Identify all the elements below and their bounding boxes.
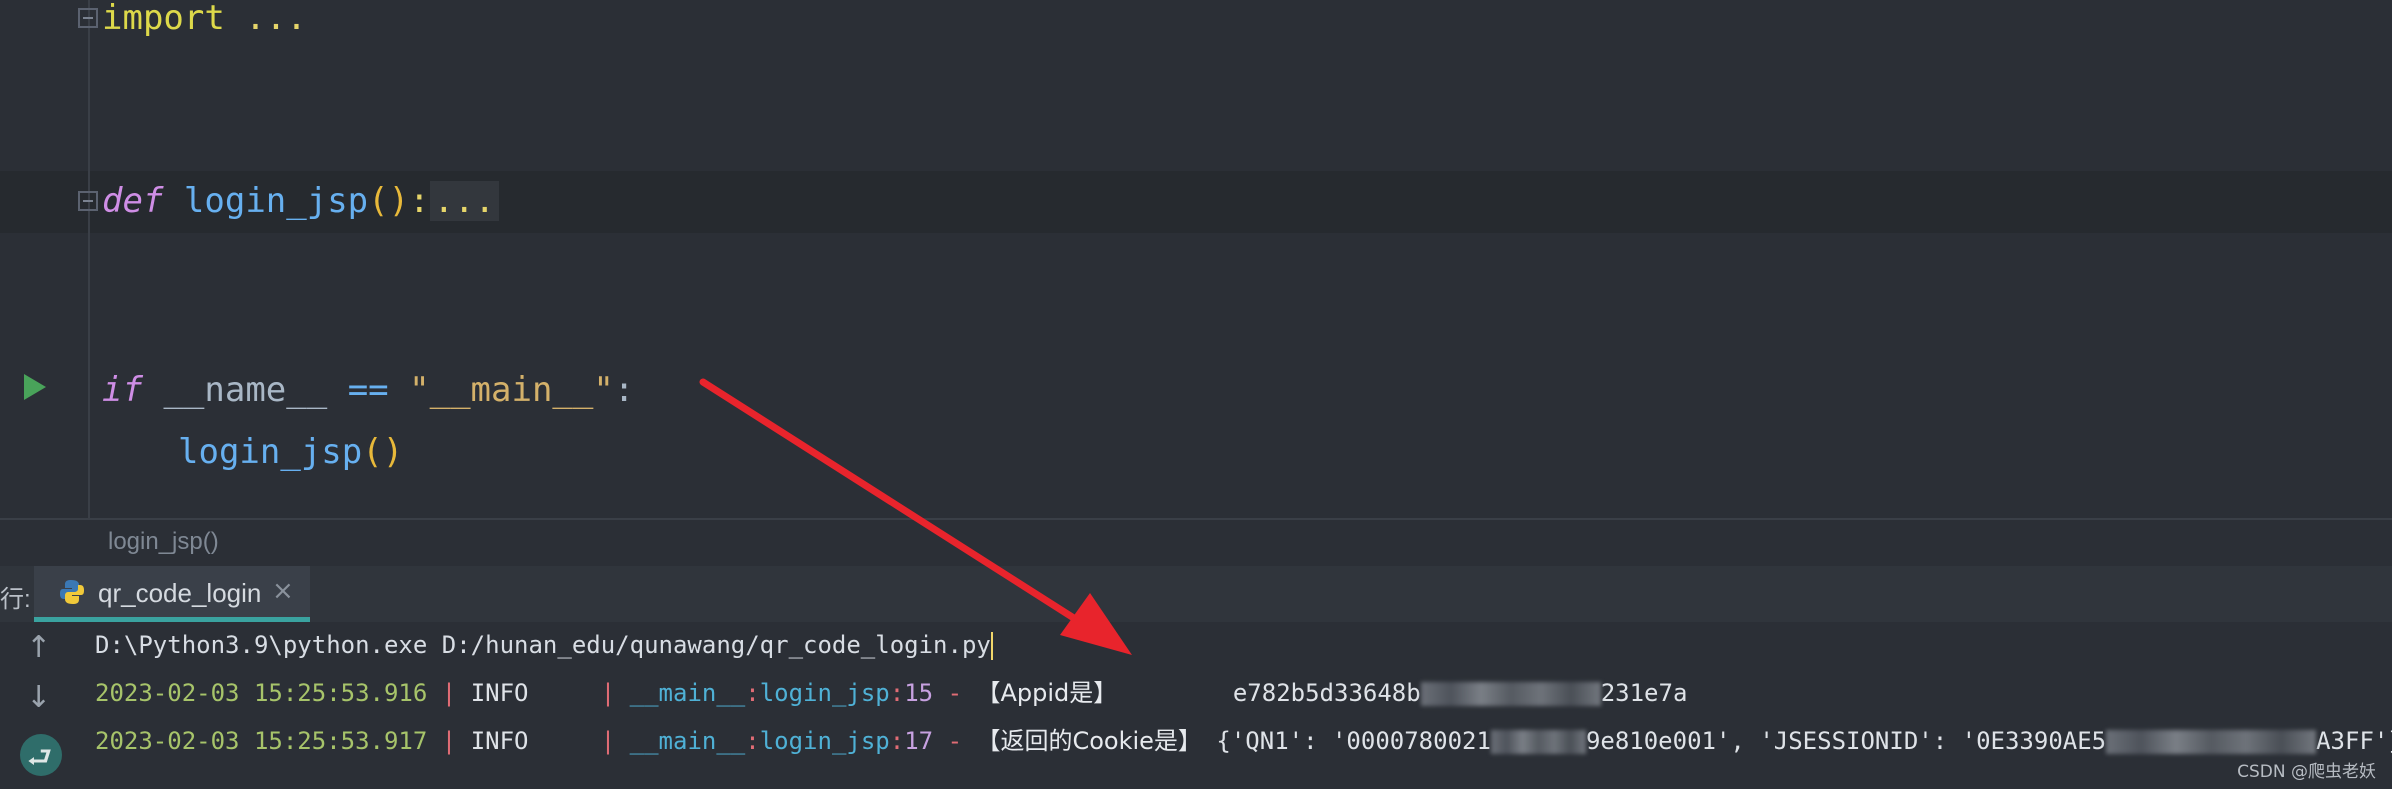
log-value-end: A3FF'} — [2316, 727, 2392, 755]
if-colon: : — [613, 370, 635, 410]
python-icon — [60, 580, 84, 604]
log-message: 【返回的Cookie是】 — [976, 727, 1202, 755]
log-row: 2023-02-03 15:25:53.917 | INFO | __main_… — [95, 724, 2392, 758]
arrow-down-icon[interactable]: ↓ — [26, 680, 51, 715]
def-colon: : — [409, 181, 430, 221]
redacted-blur — [1490, 730, 1586, 754]
log-row: 2023-02-03 15:25:53.916 | INFO | __main_… — [95, 679, 1688, 707]
gutter-divider — [88, 0, 90, 518]
log-separator: | — [441, 727, 457, 755]
log-separator: | — [441, 679, 457, 707]
log-message: 【Appid是】 — [976, 679, 1118, 707]
watermark: CSDN @爬虫老妖 — [2237, 762, 2376, 782]
def-folded-body[interactable]: ... — [429, 181, 499, 221]
log-level: INFO — [470, 679, 529, 707]
console-command-line: D:\Python3.9\python.exe D:/hunan_edu/qun… — [95, 628, 993, 662]
console-output[interactable]: ↑ ↓ ⮐ D:\Python3.9\python.exe D:/hunan_e… — [0, 622, 2392, 789]
code-line-def[interactable]: def login_jsp():... — [102, 177, 499, 225]
call-name: login_jsp — [178, 432, 363, 472]
run-label: 行: — [0, 586, 31, 613]
function-name: login_jsp — [183, 181, 369, 221]
text-caret — [990, 632, 993, 660]
log-value-start: {'QN1': '0000780021 — [1216, 727, 1491, 755]
log-module[interactable]: __main__ — [630, 727, 746, 755]
log-timestamp: 2023-02-03 15:25:53.916 — [95, 679, 428, 707]
log-function[interactable]: login_jsp — [760, 679, 890, 707]
console-toolbar: ↑ ↓ ⮐ — [0, 622, 82, 789]
soft-wrap-icon[interactable]: ⮐ — [20, 734, 62, 776]
equals-operator: == — [347, 370, 389, 410]
redacted-blur — [1420, 682, 1601, 706]
main-string: "__main__" — [409, 370, 614, 410]
log-value-end: 231e7a — [1600, 679, 1688, 707]
import-folded[interactable]: ... — [225, 0, 306, 38]
code-editor[interactable]: import ... def login_jsp():... if __name… — [0, 0, 2392, 518]
if-keyword: if — [102, 370, 143, 410]
code-line-call[interactable]: login_jsp() — [178, 428, 403, 476]
log-module[interactable]: __main__ — [630, 679, 746, 707]
call-parens: () — [362, 432, 404, 472]
run-tool-window-header: 行: qr_code_login × — [0, 566, 2392, 623]
fold-toggle-import[interactable] — [78, 8, 98, 28]
code-line-if-main[interactable]: if __name__ == "__main__": — [102, 366, 634, 414]
def-keyword: def — [102, 181, 164, 221]
log-level: INFO — [470, 727, 529, 755]
log-dash: - — [947, 727, 963, 755]
log-lineno[interactable]: 17 — [904, 727, 933, 755]
close-icon[interactable]: × — [272, 576, 294, 606]
log-dash: - — [947, 679, 963, 707]
tab-qr-code-login[interactable]: qr_code_login × — [34, 566, 310, 622]
breadcrumb-item[interactable]: login_jsp() — [108, 528, 219, 556]
redacted-blur — [2106, 730, 2317, 754]
breadcrumb[interactable]: login_jsp() — [0, 518, 2392, 566]
log-separator: | — [600, 727, 616, 755]
dunder-name: __name__ — [163, 370, 328, 410]
code-line-import[interactable]: import ... — [102, 0, 307, 42]
log-timestamp: 2023-02-03 15:25:53.917 — [95, 727, 428, 755]
log-value-middle: 9e810e001', 'JSESSIONID': '0E3390AE5 — [1585, 727, 2107, 755]
def-parens: () — [368, 181, 410, 221]
log-function[interactable]: login_jsp — [760, 727, 890, 755]
arrow-up-icon[interactable]: ↑ — [26, 630, 51, 665]
tab-title: qr_code_login — [98, 578, 262, 608]
import-keyword: import — [102, 0, 225, 38]
log-separator: | — [600, 679, 616, 707]
run-icon[interactable] — [24, 374, 46, 400]
command-text: D:\Python3.9\python.exe D:/hunan_edu/qun… — [95, 631, 991, 659]
fold-toggle-def[interactable] — [78, 191, 98, 211]
log-lineno[interactable]: 15 — [904, 679, 933, 707]
log-value-start: e782b5d33648b — [1232, 679, 1421, 707]
